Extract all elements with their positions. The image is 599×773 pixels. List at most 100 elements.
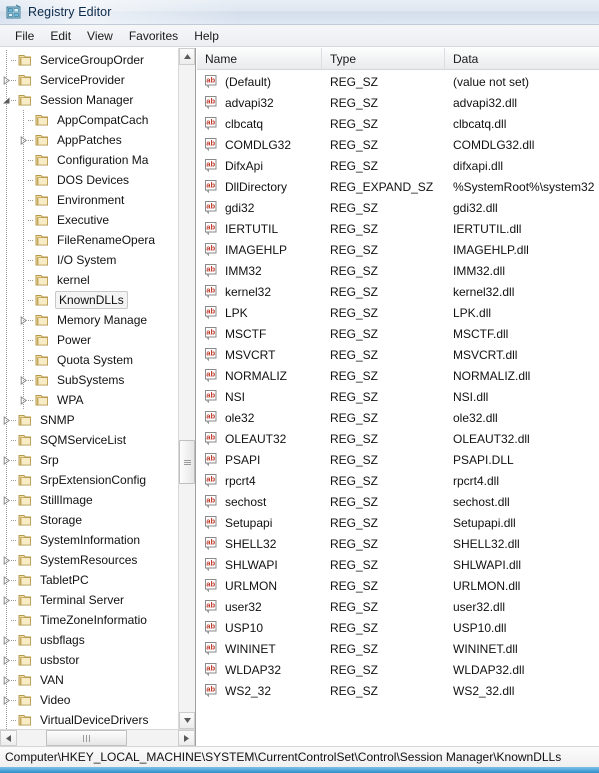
- tree-vscroll-track[interactable]: [179, 65, 195, 712]
- tree-twisty-cell[interactable]: [0, 630, 17, 650]
- tree-item-appcompatcach[interactable]: AppCompatCach: [0, 110, 178, 130]
- tree-collapse-triangle-icon[interactable]: [19, 316, 28, 325]
- tree-twisty-cell[interactable]: [0, 570, 17, 590]
- table-row[interactable]: ab DifxApi REG_SZ difxapi.dll: [197, 155, 599, 176]
- tree-twisty-cell[interactable]: [0, 590, 17, 610]
- tree-item-srp[interactable]: Srp: [0, 450, 178, 470]
- tree-collapse-triangle-icon[interactable]: [2, 676, 11, 685]
- tree-item-snmp[interactable]: SNMP: [0, 410, 178, 430]
- table-row[interactable]: ab kernel32 REG_SZ kernel32.dll: [197, 281, 599, 302]
- tree-hscroll-thumb[interactable]: [45, 730, 127, 746]
- tree-collapse-triangle-icon[interactable]: [2, 576, 11, 585]
- tree-item-quota-system[interactable]: Quota System: [0, 350, 178, 370]
- tree-item-environment[interactable]: Environment: [0, 190, 178, 210]
- tree-item-sqmservicelist[interactable]: SQMServiceList: [0, 430, 178, 450]
- tree-item-van[interactable]: VAN: [0, 670, 178, 690]
- tree-twisty-cell[interactable]: [0, 690, 17, 710]
- table-row[interactable]: ab OLEAUT32 REG_SZ OLEAUT32.dll: [197, 428, 599, 449]
- table-row[interactable]: ab SHELL32 REG_SZ SHELL32.dll: [197, 533, 599, 554]
- tree-item-stillimage[interactable]: StillImage: [0, 490, 178, 510]
- tree-collapse-triangle-icon[interactable]: [2, 76, 11, 85]
- table-row[interactable]: ab Setupapi REG_SZ Setupapi.dll: [197, 512, 599, 533]
- tree-item-usbstor[interactable]: usbstor: [0, 650, 178, 670]
- tree-item-video[interactable]: Video: [0, 690, 178, 710]
- tree-item-wpa[interactable]: WPA: [0, 390, 178, 410]
- table-row[interactable]: ab WININET REG_SZ WININET.dll: [197, 638, 599, 659]
- table-row[interactable]: ab ole32 REG_SZ ole32.dll: [197, 407, 599, 428]
- tree-item-kernel[interactable]: kernel: [0, 270, 178, 290]
- tree-twisty-cell[interactable]: [0, 550, 17, 570]
- tree-item-knowndlls[interactable]: KnownDLLs: [0, 290, 178, 310]
- tree-twisty-cell[interactable]: [17, 370, 34, 390]
- tree-item-executive[interactable]: Executive: [0, 210, 178, 230]
- menu-view[interactable]: View: [79, 27, 121, 45]
- table-row[interactable]: ab SHLWAPI REG_SZ SHLWAPI.dll: [197, 554, 599, 575]
- tree-twisty-cell[interactable]: [0, 490, 17, 510]
- tree-item-dos-devices[interactable]: DOS Devices: [0, 170, 178, 190]
- table-row[interactable]: ab COMDLG32 REG_SZ COMDLG32.dll: [197, 134, 599, 155]
- scroll-left-arrow-icon[interactable]: [0, 730, 17, 746]
- tree-item-session-manager[interactable]: Session Manager: [0, 90, 178, 110]
- tree-item-filerenameopera[interactable]: FileRenameOpera: [0, 230, 178, 250]
- table-row[interactable]: ab NSI REG_SZ NSI.dll: [197, 386, 599, 407]
- tree-item-timezoneinformatio[interactable]: TimeZoneInformatio: [0, 610, 178, 630]
- tree-collapse-triangle-icon[interactable]: [19, 136, 28, 145]
- table-row[interactable]: ab sechost REG_SZ sechost.dll: [197, 491, 599, 512]
- table-row[interactable]: ab WS2_32 REG_SZ WS2_32.dll: [197, 680, 599, 701]
- scroll-down-arrow-icon[interactable]: [179, 712, 195, 729]
- table-row[interactable]: ab rpcrt4 REG_SZ rpcrt4.dll: [197, 470, 599, 491]
- tree-item-virtualdevicedrivers[interactable]: VirtualDeviceDrivers: [0, 710, 178, 729]
- tree-vscroll-thumb[interactable]: [179, 440, 195, 485]
- scroll-up-arrow-icon[interactable]: [179, 48, 195, 65]
- table-row[interactable]: ab clbcatq REG_SZ clbcatq.dll: [197, 113, 599, 134]
- tree-item-storage[interactable]: Storage: [0, 510, 178, 530]
- tree-twisty-cell[interactable]: [0, 410, 17, 430]
- tree-collapse-triangle-icon[interactable]: [2, 496, 11, 505]
- table-row[interactable]: ab advapi32 REG_SZ advapi32.dll: [197, 92, 599, 113]
- column-header-type[interactable]: Type: [322, 48, 445, 69]
- table-row[interactable]: ab USP10 REG_SZ USP10.dll: [197, 617, 599, 638]
- tree-twisty-cell[interactable]: [17, 390, 34, 410]
- tree-collapse-triangle-icon[interactable]: [2, 556, 11, 565]
- column-header-data[interactable]: Data: [445, 48, 599, 69]
- tree-twisty-cell[interactable]: [0, 670, 17, 690]
- tree-item-srpextensionconfig[interactable]: SrpExtensionConfig: [0, 470, 178, 490]
- tree-expand-triangle-icon[interactable]: [2, 96, 11, 105]
- tree-item-subsystems[interactable]: SubSystems: [0, 370, 178, 390]
- tree-twisty-cell[interactable]: [0, 650, 17, 670]
- table-row[interactable]: ab WLDAP32 REG_SZ WLDAP32.dll: [197, 659, 599, 680]
- tree-item-serviceprovider[interactable]: ServiceProvider: [0, 70, 178, 90]
- table-row[interactable]: ab gdi32 REG_SZ gdi32.dll: [197, 197, 599, 218]
- menu-favorites[interactable]: Favorites: [121, 27, 186, 45]
- tree-collapse-triangle-icon[interactable]: [2, 696, 11, 705]
- tree-twisty-cell[interactable]: [17, 130, 34, 150]
- tree-horizontal-scrollbar[interactable]: [0, 729, 195, 746]
- tree-collapse-triangle-icon[interactable]: [2, 416, 11, 425]
- tree-hscroll-track[interactable]: [17, 730, 178, 746]
- tree-viewport[interactable]: ServiceGroupOrder ServiceProvider Session …: [0, 48, 178, 729]
- menu-edit[interactable]: Edit: [42, 27, 79, 45]
- table-row[interactable]: ab URLMON REG_SZ URLMON.dll: [197, 575, 599, 596]
- table-row[interactable]: ab IMM32 REG_SZ IMM32.dll: [197, 260, 599, 281]
- tree-vertical-scrollbar[interactable]: [178, 48, 195, 729]
- table-row[interactable]: ab DllDirectory REG_EXPAND_SZ %SystemRoot%\…: [197, 176, 599, 197]
- table-row[interactable]: ab PSAPI REG_SZ PSAPI.DLL: [197, 449, 599, 470]
- tree-item-configuration-ma[interactable]: Configuration Ma: [0, 150, 178, 170]
- tree-item-memory-manage[interactable]: Memory Manage: [0, 310, 178, 330]
- column-header-name[interactable]: Name: [197, 48, 322, 69]
- tree-collapse-triangle-icon[interactable]: [2, 636, 11, 645]
- tree-collapse-triangle-icon[interactable]: [2, 456, 11, 465]
- tree-item-systemresources[interactable]: SystemResources: [0, 550, 178, 570]
- table-row[interactable]: ab MSCTF REG_SZ MSCTF.dll: [197, 323, 599, 344]
- tree-twisty-cell[interactable]: [0, 450, 17, 470]
- tree-item-apppatches[interactable]: AppPatches: [0, 130, 178, 150]
- table-row[interactable]: ab LPK REG_SZ LPK.dll: [197, 302, 599, 323]
- scroll-right-arrow-icon[interactable]: [178, 730, 195, 746]
- tree-item-terminal-server[interactable]: Terminal Server: [0, 590, 178, 610]
- tree-item-usbflags[interactable]: usbflags: [0, 630, 178, 650]
- menu-file[interactable]: File: [7, 27, 42, 45]
- tree-item-i-o-system[interactable]: I/O System: [0, 250, 178, 270]
- table-row[interactable]: ab IERTUTIL REG_SZ IERTUTIL.dll: [197, 218, 599, 239]
- tree-collapse-triangle-icon[interactable]: [19, 376, 28, 385]
- tree-item-tabletpc[interactable]: TabletPC: [0, 570, 178, 590]
